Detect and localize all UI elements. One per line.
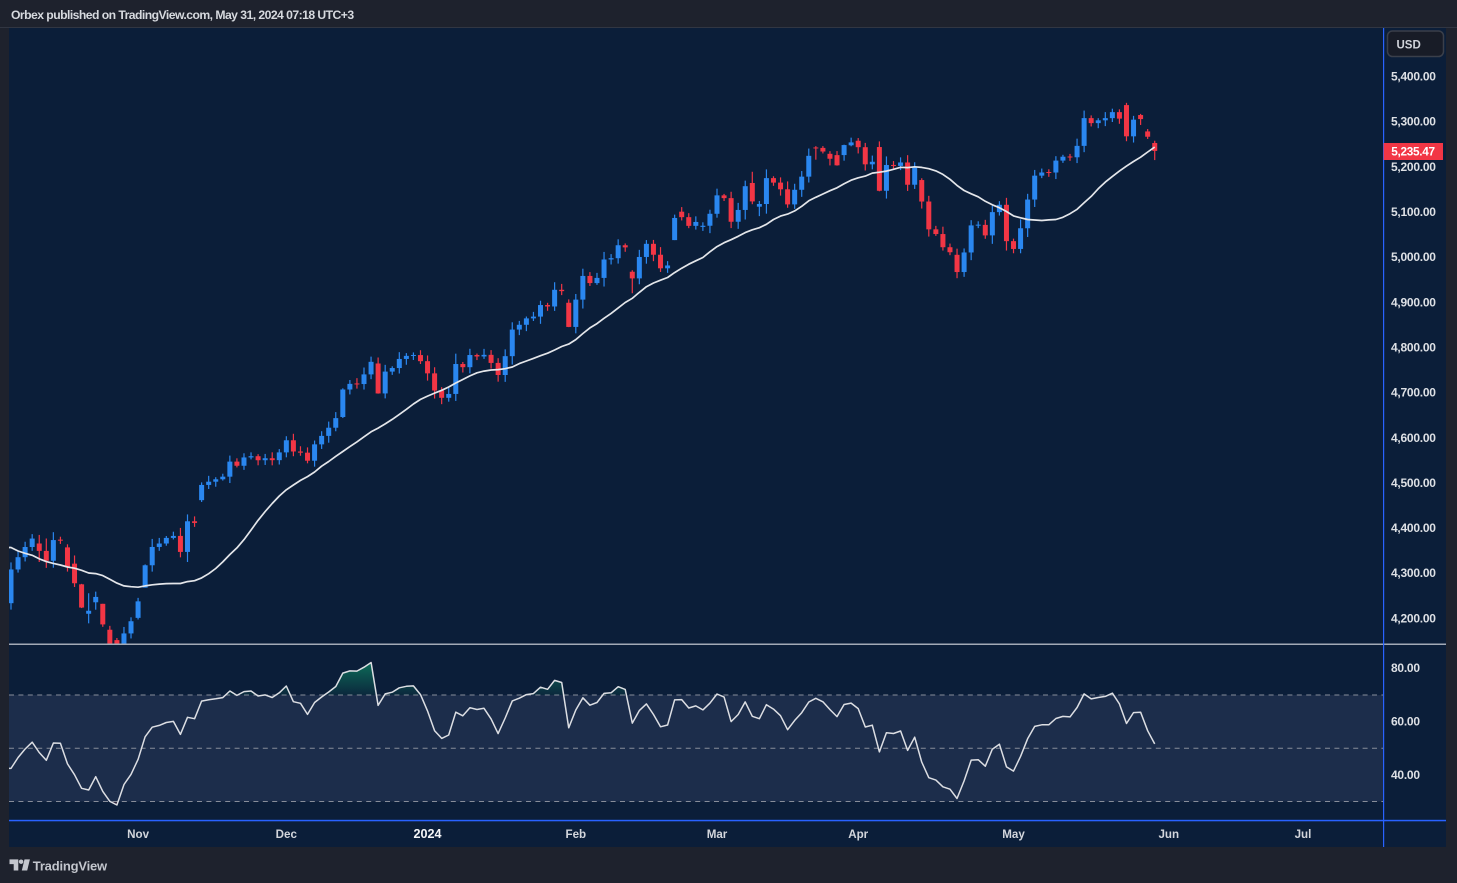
svg-text:4,600.00: 4,600.00 [1391, 431, 1436, 445]
svg-text:Feb: Feb [565, 828, 586, 841]
svg-text:USD: USD [1397, 40, 1421, 52]
svg-text:4,700.00: 4,700.00 [1391, 386, 1436, 400]
svg-text:2024: 2024 [413, 827, 441, 841]
svg-text:4,800.00: 4,800.00 [1391, 340, 1436, 354]
svg-text:4,400.00: 4,400.00 [1391, 521, 1436, 535]
svg-text:Orbex published on TradingView: Orbex published on TradingView.com, May … [11, 8, 354, 22]
svg-text:5,300.00: 5,300.00 [1391, 115, 1436, 129]
svg-text:4,900.00: 4,900.00 [1391, 295, 1436, 309]
svg-text:5,100.00: 5,100.00 [1391, 205, 1436, 219]
svg-text:May: May [1002, 828, 1025, 841]
svg-text:Jul: Jul [1295, 828, 1312, 841]
svg-text:TradingView: TradingView [33, 858, 108, 873]
svg-text:5,235.47: 5,235.47 [1391, 145, 1435, 159]
svg-text:80.00: 80.00 [1391, 661, 1420, 675]
svg-text:Apr: Apr [848, 828, 868, 841]
svg-text:Nov: Nov [127, 828, 149, 841]
svg-text:4,200.00: 4,200.00 [1391, 611, 1436, 625]
svg-text:4,500.00: 4,500.00 [1391, 476, 1436, 490]
svg-text:60.00: 60.00 [1391, 715, 1420, 729]
svg-text:5,400.00: 5,400.00 [1391, 70, 1436, 84]
svg-text:Jun: Jun [1158, 828, 1179, 841]
svg-text:4,300.00: 4,300.00 [1391, 566, 1436, 580]
svg-text:Dec: Dec [276, 828, 298, 841]
svg-text:5,000.00: 5,000.00 [1391, 250, 1436, 264]
svg-text:5,200.00: 5,200.00 [1391, 160, 1436, 174]
svg-text:Mar: Mar [707, 828, 728, 841]
svg-text:40.00: 40.00 [1391, 768, 1420, 782]
